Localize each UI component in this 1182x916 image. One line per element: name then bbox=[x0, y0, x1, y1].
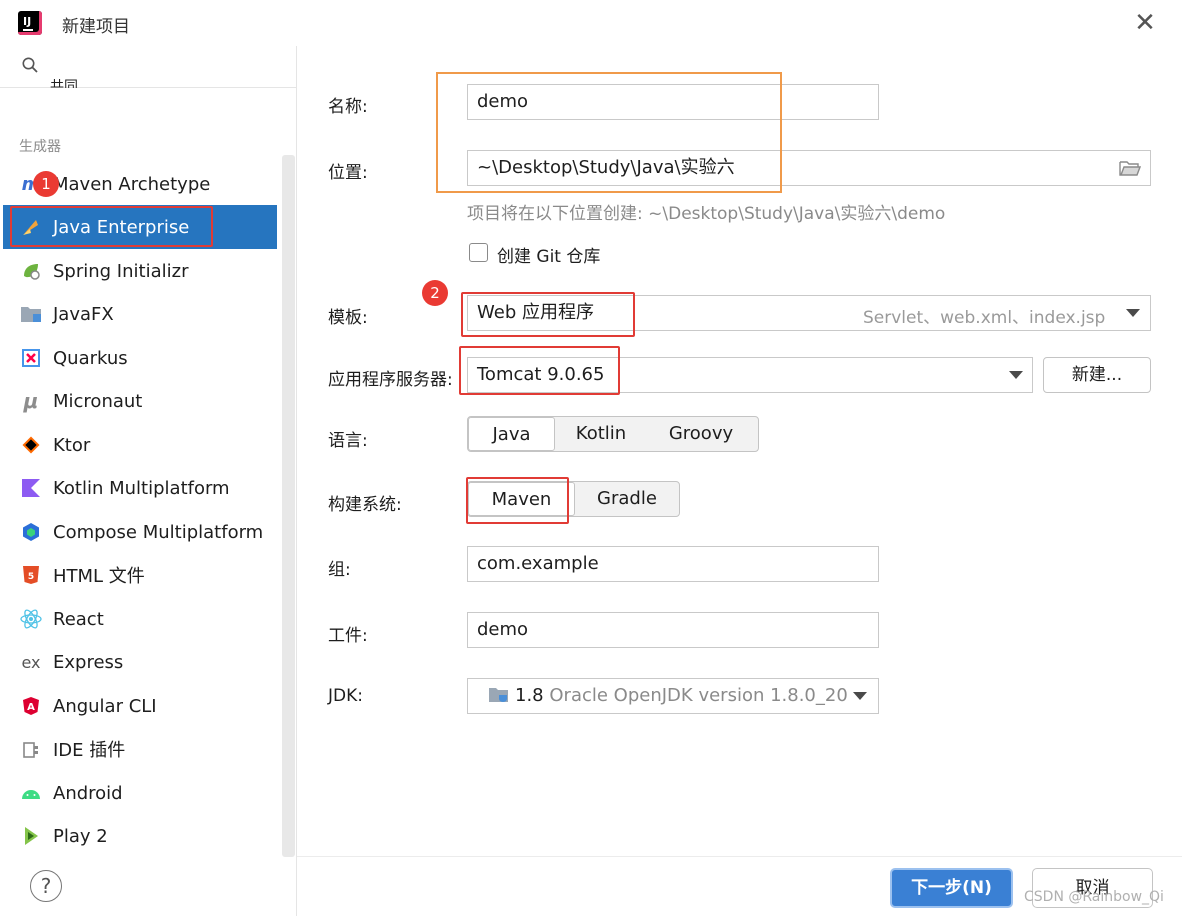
sidebar-item-label: Kotlin Multiplatform bbox=[53, 477, 230, 499]
sidebar-item-label: Angular CLI bbox=[53, 695, 157, 717]
git-checkbox-label: 创建 Git 仓库 bbox=[497, 247, 601, 267]
jdk-detail: Oracle OpenJDK version 1.8.0_202 bbox=[549, 685, 860, 706]
annotation-box-app-server bbox=[459, 346, 620, 395]
sidebar-item-android[interactable]: Android bbox=[3, 771, 277, 815]
browse-folder-icon[interactable] bbox=[1119, 159, 1141, 177]
react-icon bbox=[20, 608, 42, 630]
sidebar-item-angular-cli[interactable]: A Angular CLI bbox=[3, 684, 277, 728]
template-label: 模板: bbox=[328, 308, 368, 328]
annotation-badge-2: 2 bbox=[422, 280, 448, 306]
sidebar-item-spring-initializr[interactable]: Spring Initializr bbox=[3, 249, 277, 293]
sidebar-item-html-file[interactable]: 5 HTML 文件 bbox=[3, 553, 277, 597]
language-option-kotlin[interactable]: Kotlin bbox=[555, 417, 647, 451]
annotation-box-template bbox=[461, 292, 635, 337]
android-icon bbox=[20, 782, 42, 804]
svg-text:A: A bbox=[27, 702, 35, 713]
sidebar-item-label: JavaFX bbox=[53, 303, 114, 325]
group-label: 组: bbox=[328, 560, 351, 580]
annotation-box-name-location bbox=[436, 72, 782, 193]
search-icon[interactable] bbox=[22, 57, 38, 73]
annotation-box-java-enterprise bbox=[10, 206, 213, 247]
sidebar-item-micronaut[interactable]: μ Micronaut bbox=[3, 379, 277, 423]
window-title: 新建项目 bbox=[62, 17, 130, 37]
sidebar-scrollbar[interactable] bbox=[282, 155, 295, 857]
kotlin-icon bbox=[20, 477, 42, 499]
quarkus-icon bbox=[20, 347, 42, 369]
sidebar-item-label: Play 2 bbox=[53, 825, 108, 847]
sidebar-item-label: Spring Initializr bbox=[53, 260, 189, 282]
angular-icon: A bbox=[20, 695, 42, 717]
sidebar-item-label: IDE 插件 bbox=[53, 740, 126, 761]
jdk-folder-icon bbox=[489, 688, 508, 702]
sidebar-item-label: Quarkus bbox=[53, 347, 128, 369]
watermark: CSDN @Rainbow_Qi bbox=[1024, 889, 1164, 905]
sidebar-search[interactable] bbox=[0, 46, 297, 88]
sidebar-partial-item: 共同 bbox=[50, 79, 78, 88]
close-icon[interactable]: ✕ bbox=[1130, 8, 1160, 38]
jdk-version: 1.8 bbox=[515, 685, 544, 706]
jdk-label: JDK: bbox=[328, 686, 363, 706]
html5-icon: 5 bbox=[20, 564, 42, 586]
name-label: 名称: bbox=[328, 97, 368, 117]
language-label: 语言: bbox=[328, 431, 368, 451]
sidebar-item-ktor[interactable]: Ktor bbox=[3, 423, 277, 467]
micronaut-icon: μ bbox=[23, 389, 39, 413]
plugin-icon bbox=[20, 738, 42, 760]
sidebar-item-react[interactable]: React bbox=[3, 597, 277, 641]
express-icon: ex bbox=[21, 652, 41, 672]
app-server-label: 应用程序服务器: bbox=[328, 370, 453, 390]
sidebar-item-javafx[interactable]: JavaFX bbox=[3, 292, 277, 336]
group-field[interactable]: com.example bbox=[467, 546, 879, 582]
compose-icon bbox=[20, 521, 42, 543]
sidebar-item-compose-multiplatform[interactable]: Compose Multiplatform bbox=[3, 510, 277, 554]
build-option-gradle[interactable]: Gradle bbox=[575, 482, 679, 516]
next-button[interactable]: 下一步(N) bbox=[890, 868, 1013, 908]
artifact-label: 工件: bbox=[328, 626, 368, 646]
sidebar-item-label: Express bbox=[53, 651, 124, 673]
svg-text:5: 5 bbox=[28, 572, 34, 582]
language-selector: Java Kotlin Groovy bbox=[467, 416, 759, 452]
git-checkbox[interactable] bbox=[469, 243, 488, 262]
sidebar-item-label: Micronaut bbox=[53, 390, 143, 412]
chevron-down-icon[interactable] bbox=[1126, 309, 1140, 317]
language-option-groovy[interactable]: Groovy bbox=[647, 417, 755, 451]
sidebar-item-label: HTML 文件 bbox=[53, 566, 145, 587]
annotation-badge-1: 1 bbox=[33, 171, 59, 197]
sidebar-item-play-2[interactable]: Play 2 bbox=[3, 814, 277, 858]
build-system-label: 构建系统: bbox=[328, 495, 402, 515]
sidebar-item-ide-plugin[interactable]: IDE 插件 bbox=[3, 727, 277, 771]
sidebar-item-kotlin-multiplatform[interactable]: Kotlin Multiplatform bbox=[3, 466, 277, 510]
template-hint: Servlet、web.xml、index.jsp bbox=[863, 308, 1106, 328]
sidebar-item-express[interactable]: ex Express bbox=[3, 640, 277, 684]
new-server-button[interactable]: 新建... bbox=[1043, 357, 1151, 393]
location-hint: 项目将在以下位置创建: ~\Desktop\Study\Java\实验六\dem… bbox=[467, 204, 946, 224]
sidebar-item-label: Ktor bbox=[53, 434, 91, 456]
help-button[interactable]: ? bbox=[30, 870, 62, 902]
spring-icon bbox=[20, 260, 42, 282]
language-option-java[interactable]: Java bbox=[468, 417, 555, 451]
title-bar bbox=[0, 0, 1182, 46]
play-icon bbox=[20, 825, 42, 847]
chevron-down-icon[interactable] bbox=[853, 692, 867, 700]
sidebar-item-label: Maven Archetype bbox=[53, 173, 211, 195]
sidebar-item-label: Compose Multiplatform bbox=[53, 521, 264, 543]
annotation-box-maven bbox=[466, 477, 569, 524]
chevron-down-icon[interactable] bbox=[1009, 371, 1023, 379]
sidebar-item-label: Android bbox=[53, 782, 123, 804]
ktor-icon bbox=[20, 434, 42, 456]
intellij-logo-icon: IJ bbox=[18, 11, 42, 35]
generators-header: 生成器 bbox=[19, 139, 61, 155]
location-label: 位置: bbox=[328, 163, 368, 183]
folder-icon bbox=[20, 303, 42, 325]
artifact-field[interactable]: demo bbox=[467, 612, 879, 648]
sidebar-item-quarkus[interactable]: Quarkus bbox=[3, 336, 277, 380]
jdk-dropdown[interactable]: 1.8 Oracle OpenJDK version 1.8.0_202 bbox=[467, 678, 879, 714]
sidebar-item-label: React bbox=[53, 608, 104, 630]
